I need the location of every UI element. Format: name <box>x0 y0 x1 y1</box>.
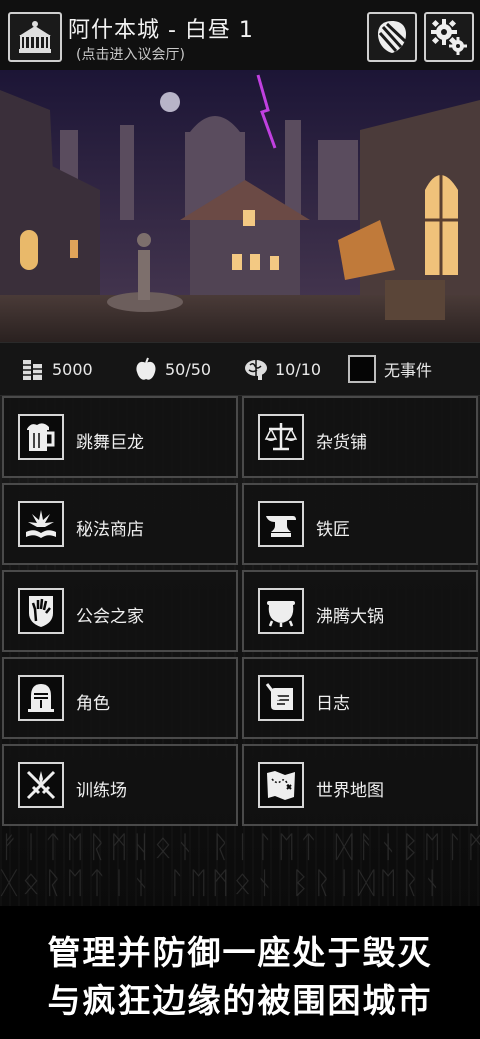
settings-button[interactable] <box>424 12 474 62</box>
spellbook-icon <box>18 501 64 547</box>
shield-button[interactable] <box>367 12 417 62</box>
building-grid: 跳舞巨龙 杂货铺 秘法商店 铁匠 公会之家 沸腾大锅 角色 日志 训练场 世界地… <box>0 396 480 828</box>
page-subtitle[interactable]: (点击进入议会厅) <box>76 44 185 64</box>
building-label: 角色 <box>76 694 110 714</box>
event-indicator[interactable]: 无事件 <box>348 355 432 383</box>
promo-banner: 管理并防御一座处于毁灭 与疯狂边缘的被围困城市 <box>0 906 480 1039</box>
event-box-icon <box>348 355 376 383</box>
scales-icon <box>258 414 304 460</box>
town-hall-icon <box>19 21 51 53</box>
building-label: 铁匠 <box>316 520 350 540</box>
coins-icon <box>20 356 46 382</box>
tankard-icon <box>18 414 64 460</box>
guild-hand-icon <box>18 588 64 634</box>
cauldron-icon <box>258 588 304 634</box>
building-label: 沸腾大锅 <box>316 607 384 627</box>
event-label: 无事件 <box>384 361 433 380</box>
shield-icon <box>378 21 407 53</box>
food-value: 50/50 <box>165 359 212 379</box>
building-label: 训练场 <box>76 781 127 801</box>
coins-resource[interactable]: 5000 <box>20 355 93 383</box>
council-hall-button[interactable] <box>8 12 62 62</box>
building-boiling-cauldron[interactable]: 沸腾大锅 <box>242 570 478 652</box>
building-label: 跳舞巨龙 <box>76 433 144 453</box>
header-bar: 阿什本城 - 白昼 1 (点击进入议会厅) <box>0 0 480 70</box>
building-characters[interactable]: 角色 <box>2 657 238 739</box>
sanity-value: 10/10 <box>275 359 322 379</box>
banner-line-1: 管理并防御一座处于毁灭 <box>47 933 433 972</box>
rune-background: ᚠᛁᛏᛖᚱᛗᚺᛟᚾ ᚱᛁᛚᛖᛏ ᛞᚨᚾᛒᛖᛚᛗ ᚷᛟᚱᛖᛏᛁᚾ ᛚᛖᛗᛟᚾ ᛒᚱᛁ… <box>0 830 480 901</box>
building-label: 秘法商店 <box>76 520 144 540</box>
banner-line-2: 与疯狂边缘的被围困城市 <box>47 981 433 1020</box>
building-arcane-shop[interactable]: 秘法商店 <box>2 483 238 565</box>
map-icon <box>258 762 304 808</box>
town-illustration[interactable] <box>0 70 480 342</box>
building-dancing-dragon[interactable]: 跳舞巨龙 <box>2 396 238 478</box>
gear-icon <box>431 19 467 55</box>
quill-scroll-icon <box>258 675 304 721</box>
helmet-icon <box>18 675 64 721</box>
building-guild-house[interactable]: 公会之家 <box>2 570 238 652</box>
apple-icon <box>133 356 159 382</box>
building-general-store[interactable]: 杂货铺 <box>242 396 478 478</box>
sanity-resource[interactable]: 10/10 <box>243 355 321 383</box>
page-title[interactable]: 阿什本城 - 白昼 1 <box>68 12 254 44</box>
building-label: 世界地图 <box>316 781 384 801</box>
building-label: 公会之家 <box>76 607 144 627</box>
brain-icon <box>243 356 269 382</box>
resource-bar: 5000 50/50 10/10 无事件 <box>0 342 480 396</box>
building-label: 日志 <box>316 694 350 714</box>
crossed-swords-icon <box>18 762 64 808</box>
coins-value: 5000 <box>52 359 93 379</box>
building-journal[interactable]: 日志 <box>242 657 478 739</box>
building-training-ground[interactable]: 训练场 <box>2 744 238 826</box>
anvil-icon <box>258 501 304 547</box>
building-world-map[interactable]: 世界地图 <box>242 744 478 826</box>
food-resource[interactable]: 50/50 <box>133 355 211 383</box>
building-label: 杂货铺 <box>316 433 367 453</box>
building-blacksmith[interactable]: 铁匠 <box>242 483 478 565</box>
